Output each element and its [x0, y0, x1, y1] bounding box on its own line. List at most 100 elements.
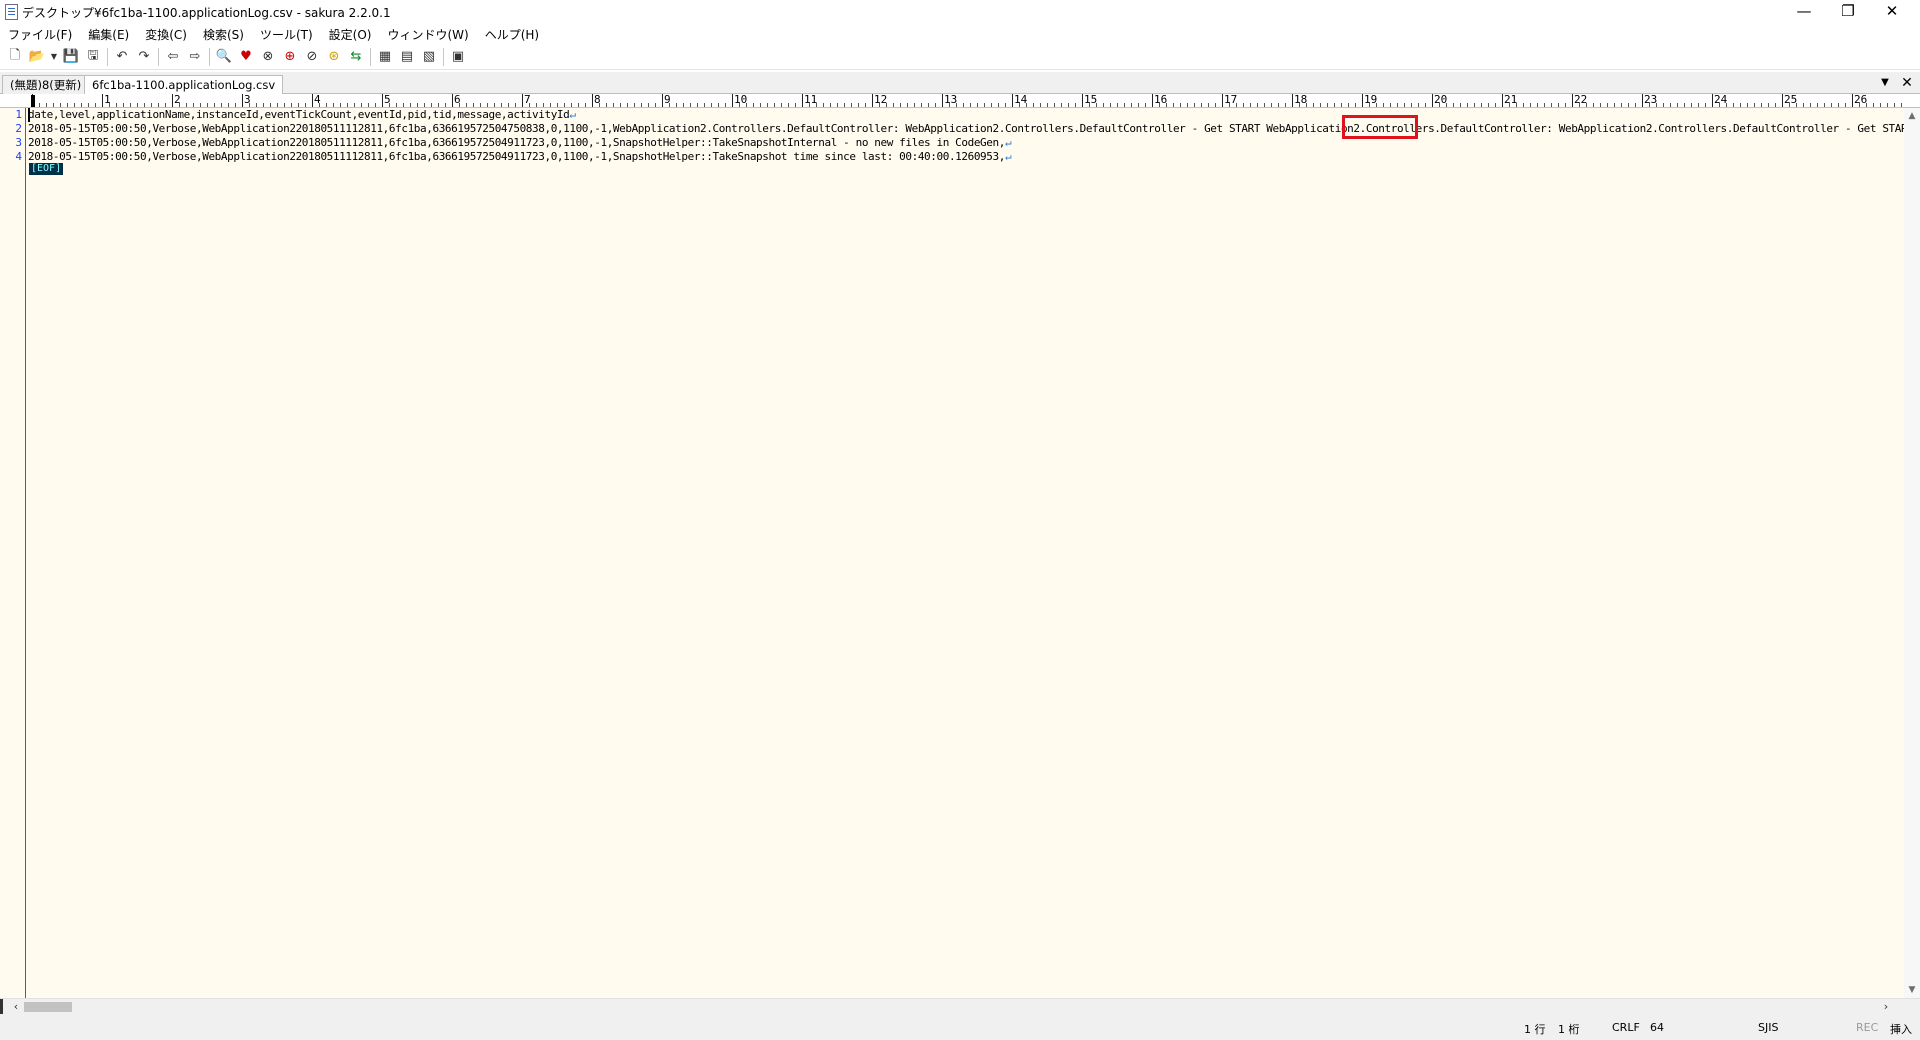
- newline-mark-icon: ↵: [1004, 150, 1012, 163]
- toolbar-separator: [158, 47, 159, 66]
- ruler-number: 20: [1434, 94, 1448, 106]
- ruler-cursor: [31, 95, 35, 107]
- ruler-number: 10: [734, 94, 748, 106]
- tab-list-icon[interactable]: ▼: [1876, 75, 1894, 91]
- diff-icon[interactable]: ▧: [418, 46, 440, 68]
- splitter-handle[interactable]: [0, 999, 3, 1015]
- redo-icon[interactable]: ↷: [133, 46, 155, 68]
- code-line-3: 2018-05-15T05:00:50,Verbose,WebApplicati…: [28, 136, 1012, 150]
- find-next-icon[interactable]: ⊗: [257, 46, 279, 68]
- menu-convert[interactable]: 変換(C): [137, 26, 195, 43]
- find-prev-icon[interactable]: ♥: [235, 46, 257, 68]
- outline-icon[interactable]: ▦: [374, 46, 396, 68]
- newline-mark-icon: ↵: [569, 108, 576, 121]
- toolbar-separator: [209, 47, 210, 66]
- horizontal-scroll-thumb[interactable]: [24, 1002, 72, 1012]
- line-number: 2: [15, 122, 22, 135]
- menu-file[interactable]: ファイル(F): [0, 26, 80, 43]
- menu-edit[interactable]: 編集(E): [80, 26, 137, 43]
- replace-icon[interactable]: ⊘: [301, 46, 323, 68]
- ruler-number: 13: [944, 94, 958, 106]
- find-icon[interactable]: 🔍: [213, 46, 235, 68]
- open-file-icon[interactable]: 📂: [26, 46, 48, 68]
- toolbar-separator: [107, 47, 108, 66]
- line-number: 1: [15, 108, 22, 121]
- scroll-left-icon[interactable]: ‹: [8, 999, 24, 1015]
- ruler-number: 9: [664, 94, 671, 106]
- close-button[interactable]: ✕: [1870, 0, 1914, 22]
- minimize-button[interactable]: —: [1782, 0, 1826, 22]
- jump-forward-icon[interactable]: ⇨: [184, 46, 206, 68]
- ruler-ticks: [32, 94, 1902, 107]
- tab-bar: (無題)8(更新) 6fc1ba-1100.applicationLog.csv…: [0, 72, 1920, 95]
- new-file-icon[interactable]: 🗋: [4, 46, 26, 68]
- toolbar: 🗋 📂 ▼ 💾 🖫 ↶ ↷ ⇦ ⇨ 🔍 ♥ ⊗ ⊕ ⊘ ⊛ ⇆ ▦ ▤ ▧ ▣: [0, 44, 1920, 70]
- vertical-scrollbar[interactable]: ▲ ▼: [1904, 108, 1920, 998]
- newline-mark-icon: ↵: [1004, 136, 1012, 149]
- ruler-number: 22: [1574, 94, 1588, 106]
- toolbar-separator: [370, 47, 371, 66]
- code-line-4: 2018-05-15T05:00:50,Verbose,WebApplicati…: [28, 150, 1012, 164]
- code-line-1: date,level,applicationName,instanceId,ev…: [28, 108, 576, 122]
- tab-applicationlog[interactable]: 6fc1ba-1100.applicationLog.csv: [84, 75, 284, 95]
- mark-icon[interactable]: ⇆: [345, 46, 367, 68]
- jump-back-icon[interactable]: ⇦: [162, 46, 184, 68]
- eof-marker: [EOF]: [29, 163, 64, 175]
- menu-bar: ファイル(F) 編集(E) 変換(C) 検索(S) ツール(T) 設定(O) ウ…: [0, 24, 1920, 44]
- app-icon[interactable]: [5, 4, 18, 20]
- status-encoding[interactable]: SJIS: [1758, 1021, 1778, 1034]
- line-text: 2018-05-15T05:00:50,Verbose,WebApplicati…: [28, 122, 1904, 135]
- ruler-number: 2: [174, 94, 181, 106]
- text-caret: [28, 108, 30, 122]
- ruler-number: 23: [1644, 94, 1658, 106]
- scroll-down-icon[interactable]: ▼: [1904, 982, 1920, 998]
- column-ruler: 1 2 3 4 5 6 7 8 9 10 11 12 13 14 15 16 17 18 19 20 21 22 23 24 2…: [0, 94, 1920, 108]
- line-text: 2018-05-15T05:00:50,Verbose,WebApplicati…: [28, 136, 1005, 149]
- scroll-up-icon[interactable]: ▲: [1904, 108, 1920, 124]
- horizontal-scrollbar[interactable]: ‹ ›: [0, 998, 1920, 1015]
- menu-settings[interactable]: 設定(O): [321, 26, 380, 43]
- ruler-number: 8: [594, 94, 601, 106]
- save-all-icon[interactable]: 🖫: [82, 46, 104, 68]
- ruler-number: 6: [454, 94, 461, 106]
- menu-tools[interactable]: ツール(T): [252, 26, 321, 43]
- restore-button[interactable]: ❐: [1826, 0, 1870, 22]
- ruler-number: 4: [314, 94, 321, 106]
- dropdown-icon[interactable]: ▼: [48, 46, 60, 68]
- ruler-number: 14: [1014, 94, 1028, 106]
- code-line-2: 2018-05-15T05:00:50,Verbose,WebApplicati…: [28, 122, 1904, 136]
- ruler-number: 1: [104, 94, 111, 106]
- annotation-highlight-box: [1342, 115, 1418, 139]
- status-rec: REC: [1856, 1021, 1879, 1034]
- title-bar: デスクトップ¥6fc1ba-1100.applicationLog.csv - …: [0, 0, 1920, 24]
- status-insert-mode[interactable]: 挿入: [1890, 1021, 1912, 1037]
- undo-icon[interactable]: ↶: [111, 46, 133, 68]
- ruler-number: 19: [1364, 94, 1378, 106]
- line-text: 2018-05-15T05:00:50,Verbose,WebApplicati…: [28, 150, 1005, 163]
- grep-icon[interactable]: ⊛: [323, 46, 345, 68]
- ruler-number: 7: [524, 94, 531, 106]
- tab-untitled[interactable]: (無題)8(更新): [2, 75, 90, 94]
- line-number: 3: [15, 136, 22, 149]
- ruler-number: 21: [1504, 94, 1518, 106]
- menu-window[interactable]: ウィンドウ(W): [379, 26, 476, 43]
- menu-search[interactable]: 検索(S): [195, 26, 252, 43]
- ruler-number: 24: [1714, 94, 1728, 106]
- line-number-gutter: 1 2 3 4: [0, 108, 26, 998]
- settings-icon[interactable]: ▣: [447, 46, 469, 68]
- ruler-number: 25: [1784, 94, 1798, 106]
- ruler-number: 11: [804, 94, 818, 106]
- status-column: 1 桁: [1558, 1023, 1580, 1036]
- compare-icon[interactable]: ▤: [396, 46, 418, 68]
- scroll-right-icon[interactable]: ›: [1878, 999, 1894, 1015]
- status-newline[interactable]: CRLF: [1612, 1021, 1640, 1034]
- ruler-number: 18: [1294, 94, 1308, 106]
- toolbar-separator: [443, 47, 444, 66]
- menu-help[interactable]: ヘルプ(H): [477, 26, 547, 43]
- find-up-icon[interactable]: ⊕: [279, 46, 301, 68]
- ruler-number: 12: [874, 94, 888, 106]
- text-editor[interactable]: 1 2 3 4 date,level,applicationName,insta…: [0, 108, 1904, 998]
- tab-close-icon[interactable]: ✕: [1898, 74, 1916, 92]
- save-icon[interactable]: 💾: [60, 46, 82, 68]
- ruler-number: 17: [1224, 94, 1238, 106]
